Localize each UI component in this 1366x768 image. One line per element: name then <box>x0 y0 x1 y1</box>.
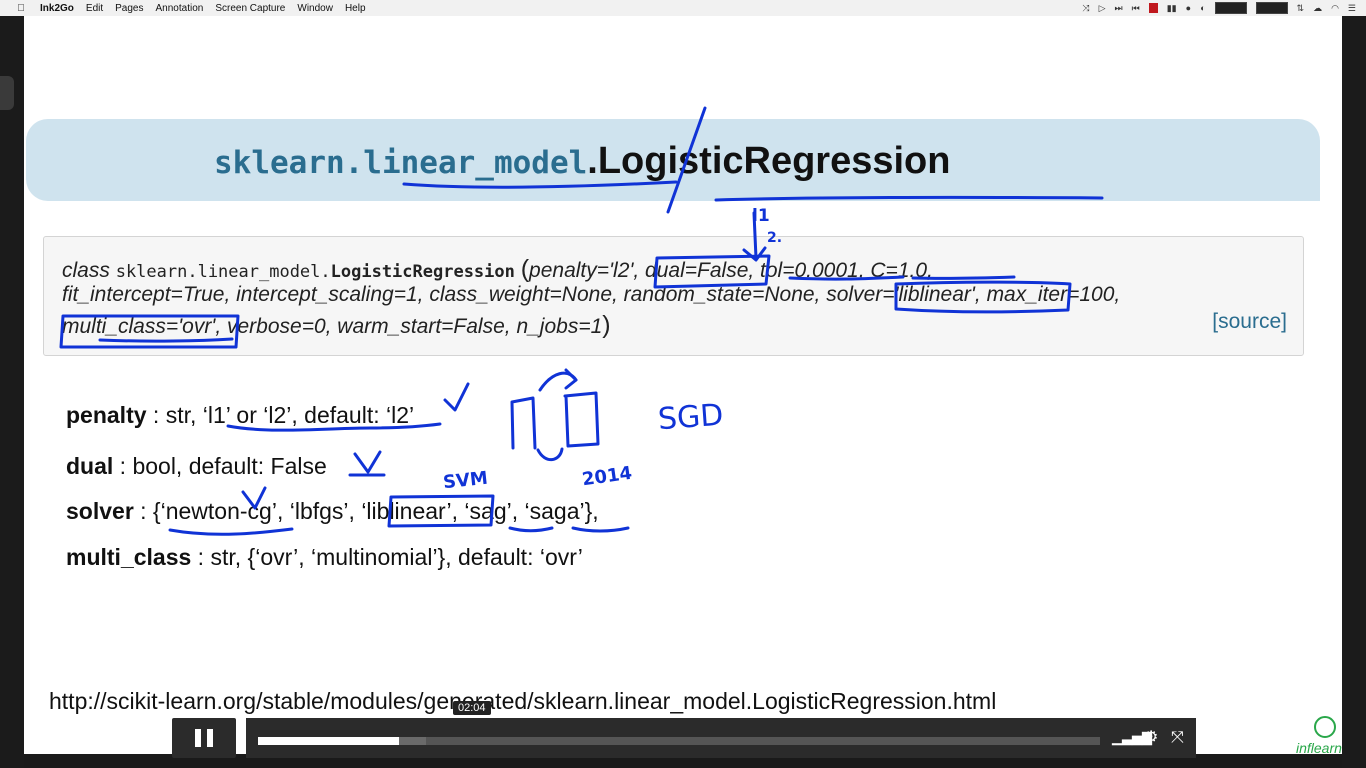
menubar-tray: ⤨ ▷ ⏭ ⏮ ▮▮ ● ◐ ⇅ ☁ ◠ ☰ <box>1082 0 1356 16</box>
menu-screen-capture[interactable]: Screen Capture <box>215 3 285 14</box>
menu-window[interactable]: Window <box>297 3 333 14</box>
settings-gear-icon[interactable]: ⚙ <box>1144 729 1158 747</box>
ink-label-sgd: SGD <box>656 397 725 438</box>
menu-annotation[interactable]: Annotation <box>156 3 204 14</box>
menu-edit[interactable]: Edit <box>86 3 103 14</box>
signature-line-1: class sklearn.linear_model.LogisticRegre… <box>62 255 933 284</box>
param-desc: : bool, default: False <box>113 453 327 479</box>
close-paren: ) <box>602 311 611 339</box>
param-dual: dual : bool, default: False <box>66 453 327 480</box>
signature-module: sklearn.linear_model. <box>115 262 331 282</box>
open-paren: ( <box>520 255 530 283</box>
logo-text: inflearn <box>1296 740 1342 756</box>
memory-monitor-icon[interactable] <box>1255 2 1288 14</box>
menu-list-icon[interactable]: ☰ <box>1348 3 1356 14</box>
apple-menu-icon[interactable]:  <box>14 3 28 14</box>
param-desc: : str, ‘l1’ or ‘l2’, default: ‘l2’ <box>146 402 415 428</box>
fullscreen-icon[interactable]: ⤧ <box>1171 729 1184 747</box>
pause-icon <box>195 729 201 747</box>
slide-canvas[interactable]: sklearn.linear_model.LogisticRegression … <box>24 16 1342 754</box>
param-name: solver <box>66 498 134 524</box>
param-name: penalty <box>66 402 147 428</box>
time-tooltip: 02:04 <box>453 701 491 715</box>
control-bar: 02:04 ▁▃▅▇ ⚙ ⤧ <box>246 701 1196 758</box>
skip-forward-icon[interactable]: ⏭ <box>1115 3 1123 14</box>
page-title: sklearn.linear_model.LogisticRegression <box>214 140 950 183</box>
skip-back-icon[interactable]: ⏮ <box>1132 3 1140 14</box>
doc-url: http://scikit-learn.org/stable/modules/g… <box>49 688 997 714</box>
right-dark-strip <box>1342 16 1366 768</box>
menu-pages[interactable]: Pages <box>115 3 143 14</box>
video-player-controls: 02:04 ▁▃▅▇ ⚙ ⤧ <box>172 701 1196 758</box>
cloud-icon[interactable]: ☁ <box>1313 3 1322 14</box>
signature-line-3: multi_class='ovr', verbose=0, warm_start… <box>62 311 611 340</box>
wifi-icon[interactable]: ◠ <box>1331 3 1339 14</box>
progress-track[interactable] <box>258 737 1100 745</box>
pause-button[interactable] <box>172 718 236 758</box>
network-icon[interactable]: ⇅ <box>1297 3 1305 14</box>
title-class: .LogisticRegression <box>587 140 951 182</box>
signature-line-2: fit_intercept=True, intercept_scaling=1,… <box>62 283 1121 306</box>
chat-icon[interactable]: ● <box>1186 3 1191 13</box>
macos-menubar:  Ink2Go Edit Pages Annotation Screen Ca… <box>0 0 1366 17</box>
pause-icon-bar <box>207 729 213 747</box>
record-icon[interactable] <box>1148 3 1158 13</box>
param-multi-class: multi_class : str, {‘ovr’, ‘multinomial’… <box>66 544 583 571</box>
source-link[interactable]: [source] <box>1212 310 1287 334</box>
signature-classname: LogisticRegression <box>330 262 515 282</box>
ink-label-l1: l1 <box>752 206 770 226</box>
shuffle-icon[interactable]: ⤨ <box>1082 3 1089 14</box>
signature-args-1: penalty='l2', dual=False, tol=0.0001, C=… <box>529 259 933 282</box>
param-solver: solver : {‘newton-cg’, ‘lbfgs’, ‘libline… <box>66 498 599 525</box>
signature-box: class sklearn.linear_model.LogisticRegre… <box>43 236 1304 356</box>
menu-help[interactable]: Help <box>345 3 366 14</box>
param-desc: : {‘newton-cg’, ‘lbfgs’, ‘liblinear’, ‘s… <box>133 498 599 524</box>
param-name: multi_class <box>66 544 192 570</box>
inflearn-logo: inflearn <box>1294 716 1358 760</box>
bars-icon[interactable]: ▮▮ <box>1167 3 1177 14</box>
signature-args-3: multi_class='ovr', verbose=0, warm_start… <box>62 315 603 338</box>
left-side-tab[interactable] <box>0 76 14 110</box>
param-desc: : str, {‘ovr’, ‘multinomial’}, default: … <box>191 544 583 570</box>
param-penalty: penalty : str, ‘l1’ or ‘l2’, default: ‘l… <box>66 402 414 429</box>
ink-label-2: 2. <box>767 230 783 246</box>
left-dark-strip <box>0 16 24 768</box>
progress-bar <box>258 737 399 745</box>
menu-app-name[interactable]: Ink2Go <box>40 3 74 14</box>
inflearn-logo-icon <box>1314 716 1336 738</box>
class-keyword: class <box>62 259 110 282</box>
cpu-monitor-icon[interactable] <box>1214 2 1247 14</box>
weather-icon[interactable]: ◐ <box>1200 3 1205 13</box>
param-name: dual <box>66 453 114 479</box>
title-module: sklearn.linear_model <box>214 145 588 181</box>
play-icon[interactable]: ▷ <box>1099 3 1106 14</box>
